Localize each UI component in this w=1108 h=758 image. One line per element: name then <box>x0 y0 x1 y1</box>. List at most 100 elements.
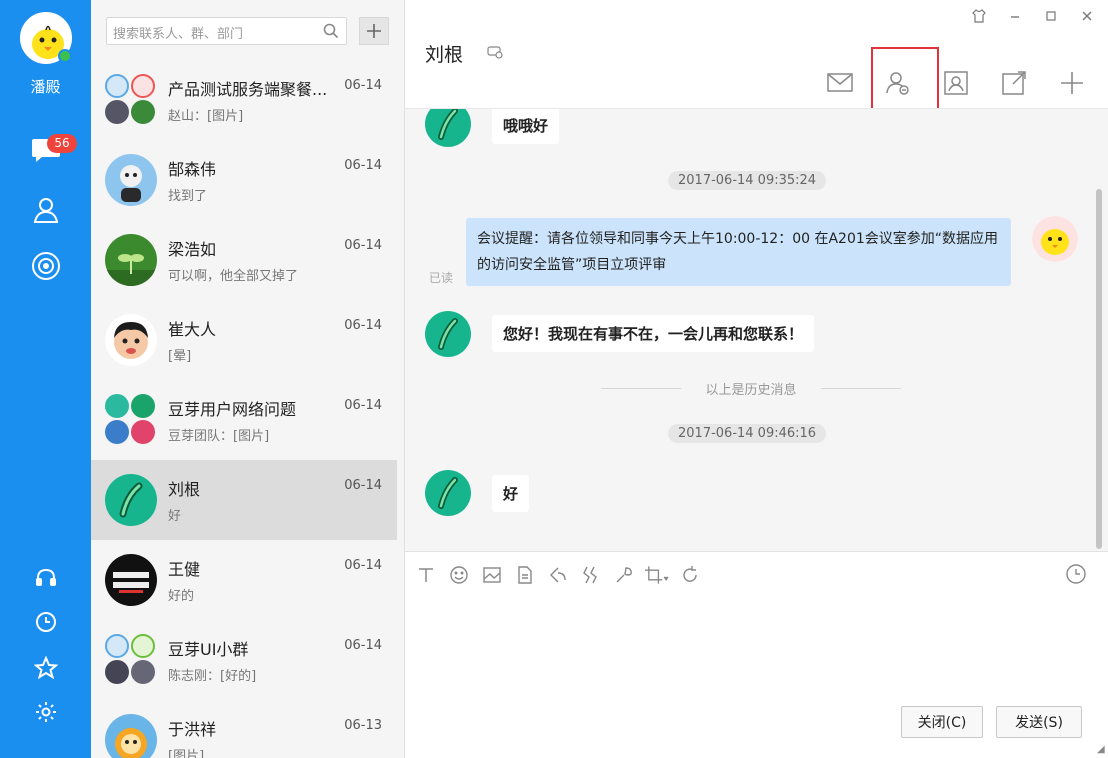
resize-handle[interactable]: ◢ <box>1097 744 1105 755</box>
send-button[interactable]: 发送(S) <box>996 706 1082 738</box>
history-clock-icon[interactable] <box>1065 563 1087 589</box>
contact-avatar <box>105 314 157 366</box>
conversation-name: 产品测试服务端聚餐... <box>168 80 328 99</box>
conversation-item[interactable]: 于洪祥 06-13 [图片] <box>91 700 397 758</box>
conversation-item-selected[interactable]: 刘根 06-14 好 <box>91 460 397 540</box>
message-bubble: 您好！我现在有事不在，一会儿再和您联系！ <box>492 315 815 352</box>
maximize-icon[interactable] <box>1044 8 1058 27</box>
contact-avatar <box>105 714 157 758</box>
conversation-date: 06-14 <box>344 238 382 253</box>
conversation-item[interactable]: 豆芽UI小群 06-14 陈志刚：[好的] <box>91 620 397 700</box>
close-icon[interactable] <box>1080 8 1094 27</box>
star-icon[interactable] <box>28 650 64 686</box>
gear-icon[interactable] <box>28 694 64 730</box>
file-icon[interactable] <box>512 562 537 587</box>
wrench-icon[interactable] <box>611 562 636 587</box>
target-icon[interactable] <box>28 248 64 284</box>
message-timestamp: 2017-06-14 09:46:16 <box>668 424 827 443</box>
conversation-name: 王健 <box>168 560 201 579</box>
share-window-icon[interactable] <box>999 68 1029 98</box>
read-status: 已读 <box>429 271 454 285</box>
minimize-icon[interactable] <box>1008 8 1022 27</box>
conversation-preview: 可以啊，他全部又掉了 <box>168 269 299 284</box>
conversation-date: 06-14 <box>344 158 382 173</box>
conversation-preview: 豆芽团队：[图片] <box>168 429 270 444</box>
message-bubble-sent: 会议提醒：请各位领导和同事今天上午10:00-12：00 在A201会议室参加“… <box>466 218 1011 286</box>
online-status-dot <box>58 49 72 63</box>
member-avatar <box>105 100 129 124</box>
member-avatar <box>105 660 129 684</box>
self-name: 潘殿 <box>30 78 61 96</box>
group-avatar <box>105 74 157 126</box>
group-avatar <box>105 634 157 686</box>
scrollbar[interactable] <box>1096 189 1102 549</box>
refresh-icon[interactable] <box>677 562 702 587</box>
clock-icon[interactable] <box>28 604 64 640</box>
conversation-item[interactable]: 豆芽用户网络问题 06-14 豆芽团队：[图片] <box>91 380 397 460</box>
conversation-date: 06-14 <box>344 318 382 333</box>
emoji-icon[interactable] <box>446 562 471 587</box>
conversation-preview: 找到了 <box>168 189 208 204</box>
conversation-name: 崔大人 <box>168 320 217 339</box>
crop-icon[interactable] <box>644 562 669 587</box>
contact-avatar <box>425 470 471 516</box>
conversation-name: 刘根 <box>168 480 201 499</box>
conversation-list: 搜索联系人、群、部门 产品测试服务端聚餐... 06-14 赵山：[图片] 郜森… <box>91 0 405 758</box>
screenshot-icon[interactable] <box>545 562 570 587</box>
contact-avatar <box>105 554 157 606</box>
unread-badge: 56 <box>47 134 77 153</box>
app-sidebar: 潘殿 56 <box>0 0 91 758</box>
group-avatar <box>105 394 157 446</box>
conversation-item[interactable]: 王健 06-14 好的 <box>91 540 397 620</box>
contact-avatar <box>105 234 157 286</box>
conversation-item[interactable]: 崔大人 06-14 [晕] <box>91 300 397 380</box>
member-avatar <box>131 100 155 124</box>
image-icon[interactable] <box>479 562 504 587</box>
chat-title: 刘根 <box>425 44 464 66</box>
contacts-icon[interactable] <box>28 192 64 228</box>
search-icon[interactable] <box>322 22 340 44</box>
message-timestamp: 2017-06-14 09:35:24 <box>668 171 827 190</box>
profile-icon[interactable] <box>941 68 971 98</box>
member-avatar <box>131 394 155 418</box>
conversation-name: 梁浩如 <box>168 240 217 259</box>
member-avatar <box>105 420 129 444</box>
shake-icon[interactable] <box>578 562 603 587</box>
search-input[interactable]: 搜索联系人、群、部门 <box>106 17 347 45</box>
conversation-date: 06-14 <box>344 478 382 493</box>
member-avatar <box>131 420 155 444</box>
conversation-item[interactable]: 梁浩如 06-14 可以啊，他全部又掉了 <box>91 220 397 300</box>
skin-icon[interactable] <box>972 8 986 27</box>
conversation-item[interactable]: 郜森伟 06-14 找到了 <box>91 140 397 220</box>
conversation-date: 06-14 <box>344 78 382 93</box>
conversation-preview: 陈志刚：[好的] <box>168 669 257 684</box>
add-button[interactable] <box>359 17 389 45</box>
text-format-icon[interactable] <box>413 562 438 587</box>
headset-icon[interactable] <box>28 560 64 596</box>
conversation-date: 06-14 <box>344 638 382 653</box>
plus-icon[interactable] <box>1057 68 1087 98</box>
member-avatar <box>131 74 155 98</box>
contact-avatar <box>105 154 157 206</box>
conversation-name: 豆芽UI小群 <box>168 640 249 659</box>
conversation-preview: [晕] <box>168 349 192 364</box>
compose-divider <box>405 551 1108 552</box>
contact-avatar <box>425 109 471 147</box>
conversation-item[interactable]: 产品测试服务端聚餐... 06-14 赵山：[图片] <box>91 60 397 140</box>
self-avatar-small <box>1032 216 1078 262</box>
message-area: 哦哦好 2017-06-14 09:35:24 会议提醒：请各位领导和同事今天上… <box>405 109 1108 551</box>
history-divider: 以上是历史消息 <box>601 379 901 398</box>
member-avatar <box>131 634 155 658</box>
conversation-preview: 好 <box>168 509 182 524</box>
close-button[interactable]: 关闭(C) <box>901 706 983 738</box>
chat-window: 刘根 哦哦好 2017-06-14 09:35:24 会议提醒：请各位领导和同事… <box>405 0 1108 758</box>
member-avatar <box>131 660 155 684</box>
conversation-preview: 好的 <box>168 589 195 604</box>
message-bubble: 好 <box>492 475 530 512</box>
conversation-name: 豆芽用户网络问题 <box>168 400 297 419</box>
contact-avatar <box>105 474 157 526</box>
conversation-preview: [图片] <box>168 749 205 758</box>
member-avatar <box>105 634 129 658</box>
conversation-date: 06-14 <box>344 398 382 413</box>
mail-icon[interactable] <box>825 68 855 98</box>
